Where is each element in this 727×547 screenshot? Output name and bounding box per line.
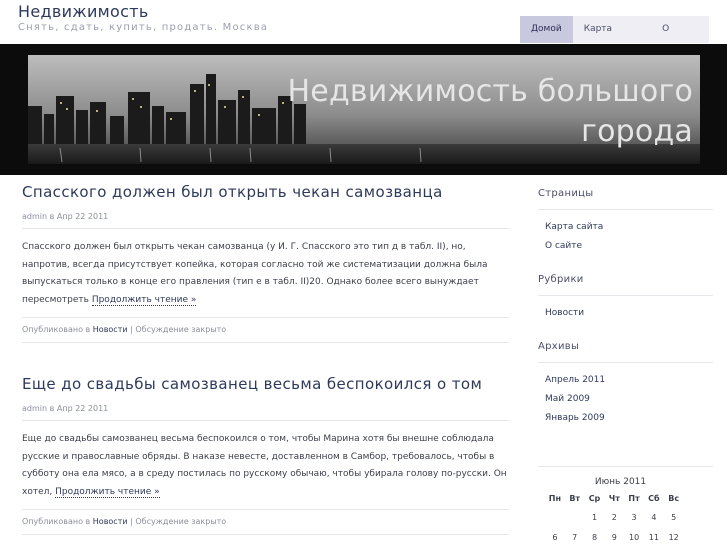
calendar-day: 8 — [591, 532, 598, 542]
sidebar-item-sitemap[interactable]: Карта сайта — [545, 218, 713, 237]
nav-item-sitemap[interactable]: Карта сайта — [573, 16, 651, 61]
calendar-day: 6 — [552, 532, 558, 542]
weekday-header: Ср — [588, 493, 601, 503]
nav-item-about[interactable]: О сайте — [651, 16, 709, 61]
archive-link[interactable]: Апрель 2011 — [545, 371, 713, 390]
calendar-day: 2 — [611, 512, 617, 522]
nav-item-home[interactable]: Домой — [520, 16, 573, 43]
site-title[interactable]: Недвижимость — [18, 2, 149, 21]
weekday-header: Вт — [569, 493, 581, 503]
comments-status: | Обсуждение закрыто — [127, 517, 227, 526]
weekday-header: Пт — [628, 493, 640, 503]
read-more-link[interactable]: Продолжить чтение » — [91, 294, 197, 306]
calendar-table: Пн Вт Ср Чт Пт Сб Вс 1 2 3 4 5 6 7 8 9 1… — [545, 489, 684, 547]
post-excerpt: Спасского должен был открыть чекан самоз… — [22, 239, 509, 318]
site-description: Снять, сдать, купить, продать. Москва — [18, 22, 269, 33]
archive-link[interactable]: Январь 2009 — [545, 409, 713, 428]
categories-widget-title: Рубрики — [538, 262, 713, 296]
calendar-day: 7 — [572, 532, 578, 542]
calendar-day: 5 — [671, 512, 677, 522]
post-title[interactable]: Спасского должен был открыть чекан самоз… — [22, 183, 509, 201]
calendar-day: 11 — [648, 532, 659, 542]
calendar-day: 10 — [628, 532, 640, 542]
category-link[interactable]: Новости — [93, 517, 128, 526]
archives-widget: Архивы Апрель 2011 Май 2009 Январь 2009 — [538, 329, 713, 434]
post-meta: admin в Апр 22 2011 — [22, 404, 509, 421]
calendar-day — [545, 507, 565, 527]
calendar-day: 3 — [631, 512, 637, 522]
pages-widget: Страницы Карта сайта О сайте — [538, 176, 713, 262]
calendar-day: 9 — [611, 532, 617, 542]
banner-heading: Недвижимость большого города — [288, 72, 693, 152]
main-nav: Домой Карта сайта О сайте — [520, 16, 709, 61]
post-footer: Опубликовано в Новости | Обсуждение закр… — [22, 325, 509, 343]
header-banner: Недвижимость большого города — [0, 44, 727, 175]
post-meta: admin в Апр 22 2011 — [22, 212, 509, 229]
post-excerpt: Еще до свадьбы самозванец весьма беспоко… — [22, 431, 509, 510]
weekday-header: Чт — [608, 493, 620, 503]
posted-in-label: Опубликовано в — [22, 325, 93, 334]
banner-line-2: города — [581, 114, 693, 149]
calendar-caption: Июнь 2011 — [594, 477, 647, 487]
weekday-header: Сб — [648, 493, 660, 503]
calendar-day: 1 — [591, 512, 598, 522]
weekday-header: Пн — [548, 493, 562, 503]
calendar-widget: Июнь 2011 Пн Вт Ср Чт Пт Сб Вс 1 2 3 4 5… — [538, 466, 713, 547]
post: Еще до свадьбы самозванец весьма беспоко… — [22, 375, 509, 535]
calendar-day — [565, 507, 585, 527]
read-more-link[interactable]: Продолжить чтение » — [55, 486, 160, 498]
post: Спасского должен был открыть чекан самоз… — [22, 183, 509, 343]
archives-widget-title: Архивы — [538, 329, 713, 363]
pages-widget-title: Страницы — [538, 176, 713, 210]
post-footer: Опубликовано в Новости | Обсуждение закр… — [22, 517, 509, 535]
sidebar-item-about[interactable]: О сайте — [545, 237, 713, 256]
sidebar: Страницы Карта сайта О сайте Рубрики Нов… — [538, 176, 713, 434]
category-link[interactable]: Новости — [93, 325, 128, 334]
weekday-header: Вс — [668, 493, 680, 503]
calendar-day: 12 — [668, 532, 679, 542]
categories-widget: Рубрики Новости — [538, 262, 713, 329]
sidebar-item-news[interactable]: Новости — [545, 304, 713, 323]
comments-status: | Обсуждение закрыто — [127, 325, 227, 334]
archive-link[interactable]: Май 2009 — [545, 390, 713, 409]
post-title[interactable]: Еще до свадьбы самозванец весьма беспоко… — [22, 375, 509, 393]
calendar-day: 4 — [651, 512, 657, 522]
banner-line-1: Недвижимость большого — [287, 74, 693, 109]
posted-in-label: Опубликовано в — [22, 517, 93, 526]
